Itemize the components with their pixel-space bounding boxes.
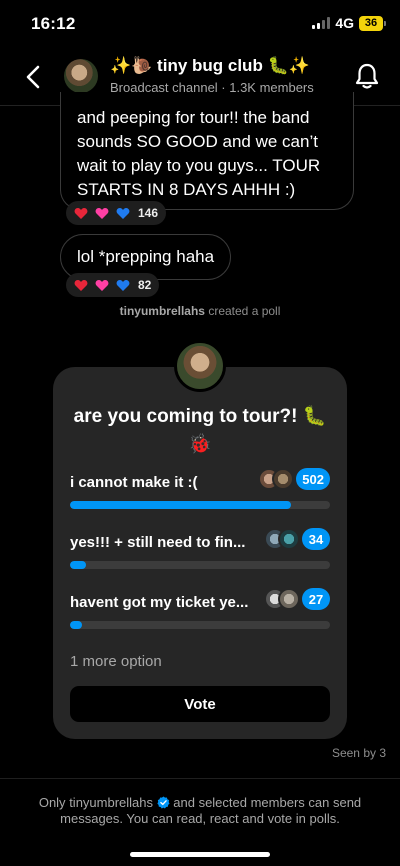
reactions-bar[interactable]: 82 bbox=[66, 273, 160, 297]
poll-progress-track bbox=[70, 561, 330, 569]
voter-avatar bbox=[272, 468, 295, 490]
channel-avatar[interactable] bbox=[64, 59, 98, 93]
poll-progress-fill bbox=[70, 501, 291, 509]
voter-avatar bbox=[278, 588, 300, 610]
seen-by-indicator[interactable]: Seen by 3 bbox=[332, 746, 386, 760]
home-indicator[interactable] bbox=[130, 852, 270, 857]
status-indicators: 4G 36 bbox=[312, 15, 386, 31]
footer-prefix: Only bbox=[38, 795, 66, 810]
poll-option[interactable]: i cannot make it :( 502 bbox=[70, 468, 330, 509]
signal-icon bbox=[312, 17, 331, 29]
battery-level: 36 bbox=[359, 15, 383, 31]
poll-card: are you coming to tour?! 🐛 🐞 i cannot ma… bbox=[53, 367, 347, 739]
poll-created-note: tinyumbrellahs created a poll bbox=[0, 304, 400, 318]
vote-count: 502 bbox=[296, 468, 330, 490]
back-arrow-icon[interactable] bbox=[22, 63, 46, 91]
channel-title[interactable]: ✨🐌 tiny bug club 🐛✨ bbox=[110, 56, 310, 76]
pink-heart-icon bbox=[95, 279, 109, 291]
reactions-bar[interactable]: 146 bbox=[66, 201, 167, 225]
footer-divider bbox=[0, 778, 400, 779]
poll-option[interactable]: havent got my ticket ye... 27 bbox=[70, 588, 330, 629]
blue-heart-icon bbox=[116, 279, 130, 291]
poll-progress-fill bbox=[70, 561, 86, 569]
network-type: 4G bbox=[335, 15, 354, 31]
battery-icon: 36 bbox=[359, 15, 386, 31]
reaction-count: 146 bbox=[138, 206, 159, 220]
poll-progress-fill bbox=[70, 621, 82, 629]
poll-progress-track bbox=[70, 621, 330, 629]
blue-heart-icon bbox=[116, 207, 130, 219]
poll-creator-name[interactable]: tinyumbrellahs bbox=[120, 304, 205, 318]
poll-question: are you coming to tour?! 🐛 🐞 bbox=[73, 406, 327, 455]
reaction-count: 82 bbox=[138, 278, 152, 292]
message-bubble[interactable]: and peeping for tour!! the band sounds S… bbox=[60, 92, 354, 210]
status-bar: 16:12 4G 36 bbox=[0, 0, 400, 48]
voter-avatars: 27 bbox=[264, 588, 330, 610]
bell-icon[interactable] bbox=[354, 62, 380, 90]
more-options-link[interactable]: 1 more option bbox=[70, 653, 162, 670]
red-heart-icon bbox=[74, 207, 88, 219]
poll-option-label: i cannot make it :( bbox=[70, 474, 198, 491]
poll-progress-track bbox=[70, 501, 330, 509]
poll-option[interactable]: yes!!! + still need to fin... 34 bbox=[70, 528, 330, 569]
poll-created-text: created a poll bbox=[208, 304, 281, 318]
pink-heart-icon bbox=[95, 207, 109, 219]
broadcast-permissions-note: Only tinyumbrellahs and selected members… bbox=[20, 795, 380, 827]
vote-count: 27 bbox=[302, 588, 330, 610]
vote-count: 34 bbox=[302, 528, 330, 550]
poll-option-label: yes!!! + still need to fin... bbox=[70, 534, 246, 551]
poll-option-label: havent got my ticket ye... bbox=[70, 594, 249, 611]
status-time: 16:12 bbox=[31, 14, 76, 33]
vote-button[interactable]: Vote bbox=[70, 686, 330, 722]
voter-avatars: 502 bbox=[258, 468, 330, 490]
voter-avatar bbox=[278, 528, 300, 550]
footer-username: tinyumbrellahs bbox=[69, 795, 154, 810]
red-heart-icon bbox=[74, 279, 88, 291]
voter-avatars: 34 bbox=[264, 528, 330, 550]
poll-creator-avatar[interactable] bbox=[174, 340, 226, 392]
verified-badge-icon bbox=[157, 796, 170, 809]
